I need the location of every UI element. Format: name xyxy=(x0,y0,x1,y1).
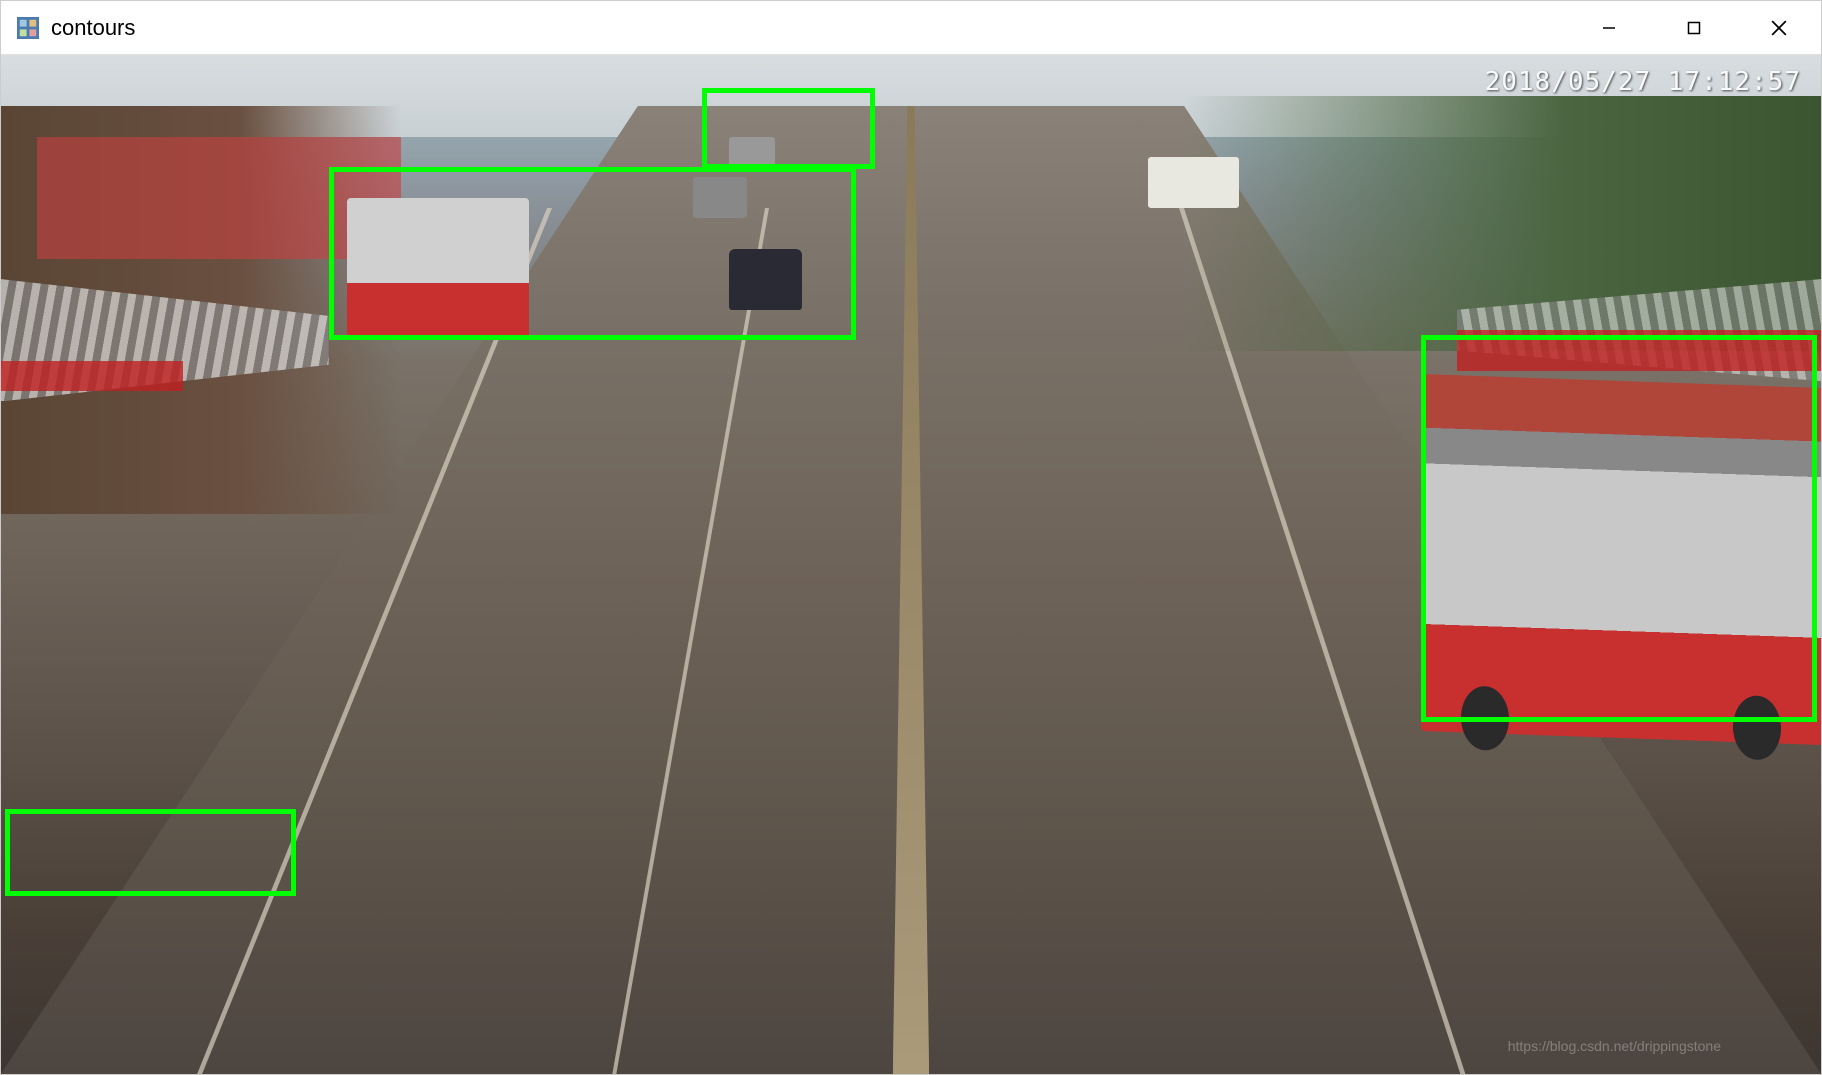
contour-box xyxy=(329,167,857,340)
vehicle-van xyxy=(1148,157,1239,208)
titlebar[interactable]: contours xyxy=(1,1,1821,55)
application-window: contours xyxy=(0,0,1822,1075)
contour-box xyxy=(702,88,875,170)
image-viewport: 2018/05/27 17:12:57 https://blog.csdn.ne… xyxy=(1,55,1821,1074)
video-frame: 2018/05/27 17:12:57 https://blog.csdn.ne… xyxy=(1,55,1821,1074)
watermark: https://blog.csdn.net/drippingstone xyxy=(1508,1038,1721,1054)
close-button[interactable] xyxy=(1736,1,1821,54)
window-controls xyxy=(1566,1,1821,54)
minimize-button[interactable] xyxy=(1566,1,1651,54)
window-title: contours xyxy=(51,15,1566,41)
overlay-timestamp: 2018/05/27 17:12:57 xyxy=(1485,67,1801,97)
contour-box xyxy=(1421,335,1818,722)
maximize-button[interactable] xyxy=(1651,1,1736,54)
banner-left xyxy=(1,361,183,392)
window-icon xyxy=(17,17,39,39)
contour-box xyxy=(5,809,296,896)
